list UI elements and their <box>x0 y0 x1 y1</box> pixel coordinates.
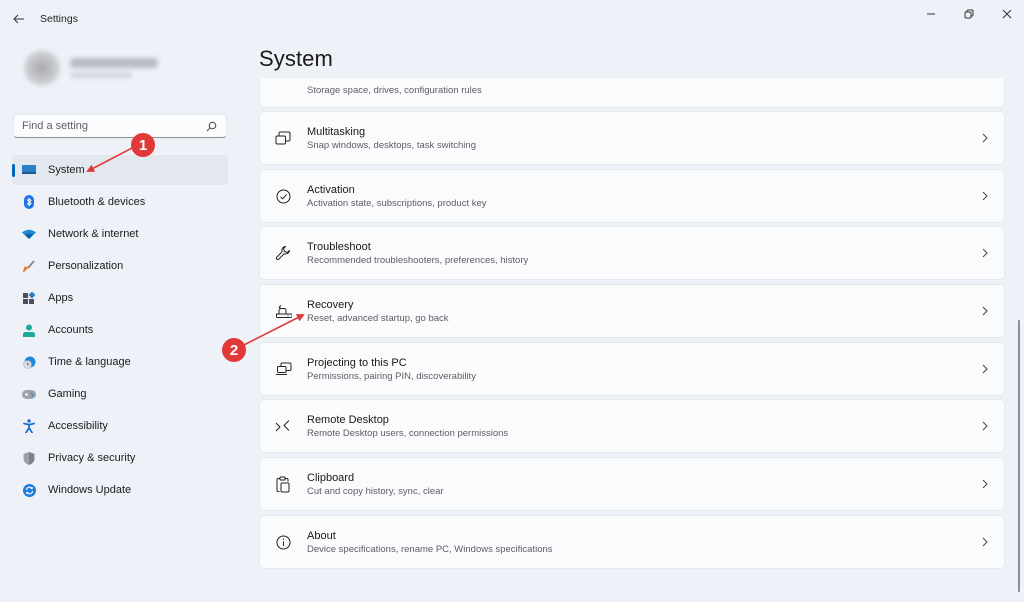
annotation-marker-1: 1 <box>131 133 155 157</box>
profile-email-blurred <box>70 72 132 78</box>
settings-card-recovery[interactable]: Recovery Reset, advanced startup, go bac… <box>259 284 1005 338</box>
restore-icon <box>964 9 974 19</box>
app-title: Settings <box>40 13 78 25</box>
sidebar-item-label: Privacy & security <box>48 452 136 464</box>
page-title: System <box>259 46 333 71</box>
bluetooth-icon <box>22 195 36 209</box>
minimize-button[interactable] <box>914 4 948 24</box>
arrow-left-icon <box>13 14 24 24</box>
multitasking-icon <box>274 129 292 147</box>
globe-clock-icon <box>22 355 36 369</box>
chevron-right-icon <box>980 246 990 260</box>
card-description: Snap windows, desktops, task switching <box>307 139 476 151</box>
chevron-right-icon <box>980 131 990 145</box>
settings-card-projecting[interactable]: Projecting to this PC Permissions, pairi… <box>259 342 1005 396</box>
chevron-right-icon <box>980 419 990 433</box>
settings-list: Storage space, drives, configuration rul… <box>259 78 1005 578</box>
chevron-right-icon <box>980 304 990 318</box>
projecting-icon <box>274 360 292 378</box>
system-display-icon <box>22 163 36 177</box>
sidebar-item-label: Windows Update <box>48 484 132 496</box>
search-box[interactable] <box>13 114 227 138</box>
minimize-icon <box>927 13 935 15</box>
paintbrush-icon <box>22 259 36 273</box>
restore-button[interactable] <box>952 4 986 24</box>
title-bar: Settings <box>0 0 1024 40</box>
card-title: Clipboard <box>307 471 355 484</box>
sidebar-item-label: Network & internet <box>48 228 139 240</box>
sidebar-item-label: Gaming <box>48 388 87 400</box>
update-icon <box>22 483 36 497</box>
card-description: Cut and copy history, sync, clear <box>307 485 444 497</box>
sidebar-item-label: System <box>48 164 85 176</box>
wrench-icon <box>274 244 292 262</box>
sidebar-item-label: Time & language <box>48 356 131 368</box>
sidebar-item-gaming[interactable]: Gaming <box>12 379 228 409</box>
card-description: Storage space, drives, configuration rul… <box>307 85 482 96</box>
card-title: Troubleshoot <box>307 240 371 253</box>
sidebar-item-bluetooth[interactable]: Bluetooth & devices <box>12 187 228 217</box>
sidebar-item-system[interactable]: System <box>12 155 228 185</box>
user-profile[interactable] <box>12 40 162 100</box>
settings-card-multitasking[interactable]: Multitasking Snap windows, desktops, tas… <box>259 111 1005 165</box>
checkmark-circle-icon <box>274 187 292 205</box>
chevron-right-icon <box>980 189 990 203</box>
account-icon <box>22 323 36 337</box>
chevron-right-icon <box>980 477 990 491</box>
avatar <box>24 50 60 86</box>
card-description: Permissions, pairing PIN, discoverabilit… <box>307 370 476 382</box>
search-icon[interactable] <box>204 119 218 133</box>
apps-icon <box>22 291 36 305</box>
remote-desktop-icon <box>274 417 292 435</box>
profile-name-blurred <box>70 58 158 68</box>
settings-card-storage[interactable]: Storage space, drives, configuration rul… <box>259 78 1005 108</box>
card-title: Projecting to this PC <box>307 356 407 369</box>
settings-card-troubleshoot[interactable]: Troubleshoot Recommended troubleshooters… <box>259 226 1005 280</box>
sidebar-item-label: Apps <box>48 292 74 304</box>
card-description: Device specifications, rename PC, Window… <box>307 543 553 555</box>
chevron-right-icon <box>980 535 990 549</box>
card-title: Remote Desktop <box>307 413 389 426</box>
card-title: Activation <box>307 183 355 196</box>
settings-card-clipboard[interactable]: Clipboard Cut and copy history, sync, cl… <box>259 457 1005 511</box>
chevron-right-icon <box>980 362 990 376</box>
settings-card-remote-desktop[interactable]: Remote Desktop Remote Desktop users, con… <box>259 399 1005 453</box>
sidebar-item-accessibility[interactable]: Accessibility <box>12 411 228 441</box>
card-description: Remote Desktop users, connection permiss… <box>307 427 509 439</box>
shield-icon <box>22 451 36 465</box>
annotation-marker-2: 2 <box>222 338 246 362</box>
wifi-icon <box>22 227 36 241</box>
settings-card-activation[interactable]: Activation Activation state, subscriptio… <box>259 169 1005 223</box>
sidebar-item-label: Personalization <box>48 260 124 272</box>
gamepad-icon <box>22 387 36 401</box>
close-button[interactable] <box>990 4 1024 24</box>
clipboard-icon <box>274 475 292 493</box>
accessibility-icon <box>22 419 36 433</box>
sidebar-item-label: Accessibility <box>48 420 108 432</box>
sidebar-item-network[interactable]: Network & internet <box>12 219 228 249</box>
info-icon <box>274 533 292 551</box>
sidebar-item-apps[interactable]: Apps <box>12 283 228 313</box>
card-title: About <box>307 529 336 542</box>
card-description: Recommended troubleshooters, preferences… <box>307 254 529 266</box>
sidebar-nav: System Bluetooth & devices Network & int… <box>12 155 228 507</box>
card-description: Reset, advanced startup, go back <box>307 312 449 324</box>
search-input[interactable] <box>22 120 204 132</box>
back-button[interactable] <box>8 8 30 30</box>
sidebar-item-privacy[interactable]: Privacy & security <box>12 443 228 473</box>
close-icon <box>1002 9 1012 19</box>
recovery-icon <box>274 302 292 320</box>
sidebar-item-time-language[interactable]: Time & language <box>12 347 228 377</box>
card-description: Activation state, subscriptions, product… <box>307 197 487 209</box>
sidebar-item-label: Accounts <box>48 324 94 336</box>
sidebar-item-windows-update[interactable]: Windows Update <box>12 475 228 505</box>
card-title: Recovery <box>307 298 354 311</box>
settings-card-about[interactable]: About Device specifications, rename PC, … <box>259 515 1005 569</box>
scrollbar-thumb[interactable] <box>1018 320 1020 592</box>
sidebar-item-label: Bluetooth & devices <box>48 196 146 208</box>
sidebar-item-accounts[interactable]: Accounts <box>12 315 228 345</box>
sidebar-item-personalization[interactable]: Personalization <box>12 251 228 281</box>
card-title: Multitasking <box>307 125 366 138</box>
